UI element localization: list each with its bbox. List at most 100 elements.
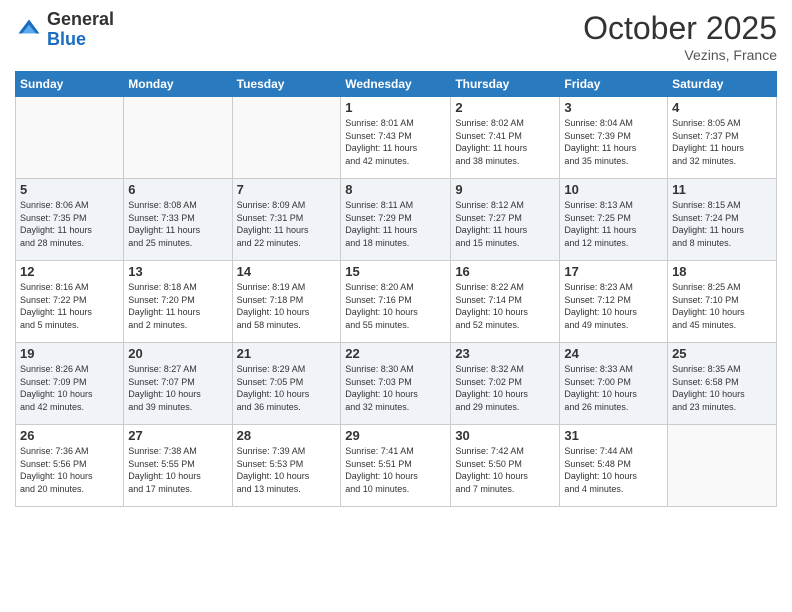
day-number: 29: [345, 428, 446, 443]
calendar-day-cell: [668, 425, 777, 507]
calendar-day-header: Friday: [560, 72, 668, 97]
day-number: 28: [237, 428, 337, 443]
calendar-day-header: Tuesday: [232, 72, 341, 97]
calendar-day-header: Saturday: [668, 72, 777, 97]
day-info: Sunrise: 8:19 AM Sunset: 7:18 PM Dayligh…: [237, 281, 337, 331]
logo-icon: [15, 16, 43, 44]
day-number: 10: [564, 182, 663, 197]
calendar-week-row: 5Sunrise: 8:06 AM Sunset: 7:35 PM Daylig…: [16, 179, 777, 261]
calendar-day-cell: 16 Sunrise: 8:22 AM Sunset: 7:14 PM Dayli…: [451, 261, 560, 343]
calendar-day-cell: 13Sunrise: 8:18 AM Sunset: 7:20 PM Dayli…: [124, 261, 232, 343]
day-info: Sunrise: 8:33 AM Sunset: 7:00 PM Dayligh…: [564, 363, 663, 413]
day-number: 15: [345, 264, 446, 279]
day-number: 4: [672, 100, 772, 115]
calendar-day-cell: 10Sunrise: 8:13 AM Sunset: 7:25 PM Dayli…: [560, 179, 668, 261]
location: Vezins, France: [583, 47, 777, 63]
day-number: 27: [128, 428, 227, 443]
day-number: 17: [564, 264, 663, 279]
calendar-header-row: SundayMondayTuesdayWednesdayThursdayFrid…: [16, 72, 777, 97]
calendar-day-cell: 29Sunrise: 7:41 AM Sunset: 5:51 PM Dayli…: [341, 425, 451, 507]
calendar-day-cell: 17 Sunrise: 8:23 AM Sunset: 7:12 PM Dayli…: [560, 261, 668, 343]
day-info: Sunrise: 8:26 AM Sunset: 7:09 PM Dayligh…: [20, 363, 119, 413]
calendar-week-row: 12 Sunrise: 8:16 AM Sunset: 7:22 PM Dayli…: [16, 261, 777, 343]
calendar-day-cell: 6 Sunrise: 8:08 AM Sunset: 7:33 PM Daylig…: [124, 179, 232, 261]
logo-blue: Blue: [47, 29, 86, 49]
header: General Blue October 2025 Vezins, France: [15, 10, 777, 63]
day-number: 2: [455, 100, 555, 115]
day-number: 16: [455, 264, 555, 279]
day-info: Sunrise: 7:36 AM Sunset: 5:56 PM Dayligh…: [20, 445, 119, 495]
day-info: Sunrise: 7:38 AM Sunset: 5:55 PM Dayligh…: [128, 445, 227, 495]
day-number: 22: [345, 346, 446, 361]
calendar-day-cell: 15 Sunrise: 8:20 AM Sunset: 7:16 PM Dayli…: [341, 261, 451, 343]
calendar-day-cell: [16, 97, 124, 179]
calendar-day-cell: 1 Sunrise: 8:01 AM Sunset: 7:43 PM Daylig…: [341, 97, 451, 179]
day-info: Sunrise: 8:25 AM Sunset: 7:10 PM Dayligh…: [672, 281, 772, 331]
day-number: 14: [237, 264, 337, 279]
calendar-day-cell: 24Sunrise: 8:33 AM Sunset: 7:00 PM Dayli…: [560, 343, 668, 425]
day-info: Sunrise: 8:01 AM Sunset: 7:43 PM Dayligh…: [345, 117, 446, 167]
day-number: 12: [20, 264, 119, 279]
day-number: 7: [237, 182, 337, 197]
calendar-day-cell: 4 Sunrise: 8:05 AM Sunset: 7:37 PM Daylig…: [668, 97, 777, 179]
day-info: Sunrise: 8:20 AM Sunset: 7:16 PM Dayligh…: [345, 281, 446, 331]
calendar-day-cell: 7 Sunrise: 8:09 AM Sunset: 7:31 PM Daylig…: [232, 179, 341, 261]
day-info: Sunrise: 8:12 AM Sunset: 7:27 PM Dayligh…: [455, 199, 555, 249]
calendar-day-cell: 21Sunrise: 8:29 AM Sunset: 7:05 PM Dayli…: [232, 343, 341, 425]
day-info: Sunrise: 8:35 AM Sunset: 6:58 PM Dayligh…: [672, 363, 772, 413]
day-number: 6: [128, 182, 227, 197]
day-number: 21: [237, 346, 337, 361]
day-info: Sunrise: 8:09 AM Sunset: 7:31 PM Dayligh…: [237, 199, 337, 249]
calendar-day-cell: 26 Sunrise: 7:36 AM Sunset: 5:56 PM Dayli…: [16, 425, 124, 507]
day-number: 18: [672, 264, 772, 279]
page: General Blue October 2025 Vezins, France…: [0, 0, 792, 612]
day-info: Sunrise: 7:42 AM Sunset: 5:50 PM Dayligh…: [455, 445, 555, 495]
calendar-day-cell: 20 Sunrise: 8:27 AM Sunset: 7:07 PM Dayli…: [124, 343, 232, 425]
day-info: Sunrise: 8:04 AM Sunset: 7:39 PM Dayligh…: [564, 117, 663, 167]
calendar-day-cell: 28 Sunrise: 7:39 AM Sunset: 5:53 PM Dayli…: [232, 425, 341, 507]
calendar-day-cell: 14 Sunrise: 8:19 AM Sunset: 7:18 PM Dayli…: [232, 261, 341, 343]
title-block: October 2025 Vezins, France: [583, 10, 777, 63]
day-info: Sunrise: 8:22 AM Sunset: 7:14 PM Dayligh…: [455, 281, 555, 331]
calendar-day-cell: 23Sunrise: 8:32 AM Sunset: 7:02 PM Dayli…: [451, 343, 560, 425]
calendar-day-header: Wednesday: [341, 72, 451, 97]
calendar-day-cell: 19Sunrise: 8:26 AM Sunset: 7:09 PM Dayli…: [16, 343, 124, 425]
day-number: 13: [128, 264, 227, 279]
calendar-week-row: 26 Sunrise: 7:36 AM Sunset: 5:56 PM Dayli…: [16, 425, 777, 507]
day-info: Sunrise: 7:39 AM Sunset: 5:53 PM Dayligh…: [237, 445, 337, 495]
day-info: Sunrise: 8:05 AM Sunset: 7:37 PM Dayligh…: [672, 117, 772, 167]
day-number: 31: [564, 428, 663, 443]
calendar-day-header: Monday: [124, 72, 232, 97]
calendar-day-header: Thursday: [451, 72, 560, 97]
day-info: Sunrise: 8:06 AM Sunset: 7:35 PM Dayligh…: [20, 199, 119, 249]
day-info: Sunrise: 8:23 AM Sunset: 7:12 PM Dayligh…: [564, 281, 663, 331]
calendar-week-row: 19Sunrise: 8:26 AM Sunset: 7:09 PM Dayli…: [16, 343, 777, 425]
day-info: Sunrise: 8:08 AM Sunset: 7:33 PM Dayligh…: [128, 199, 227, 249]
day-number: 1: [345, 100, 446, 115]
calendar-day-cell: 5Sunrise: 8:06 AM Sunset: 7:35 PM Daylig…: [16, 179, 124, 261]
day-number: 3: [564, 100, 663, 115]
calendar-day-cell: 2 Sunrise: 8:02 AM Sunset: 7:41 PM Daylig…: [451, 97, 560, 179]
calendar-day-cell: 22Sunrise: 8:30 AM Sunset: 7:03 PM Dayli…: [341, 343, 451, 425]
calendar-day-cell: 30 Sunrise: 7:42 AM Sunset: 5:50 PM Dayli…: [451, 425, 560, 507]
day-number: 20: [128, 346, 227, 361]
day-info: Sunrise: 8:27 AM Sunset: 7:07 PM Dayligh…: [128, 363, 227, 413]
day-info: Sunrise: 8:11 AM Sunset: 7:29 PM Dayligh…: [345, 199, 446, 249]
month-title: October 2025: [583, 10, 777, 47]
day-number: 11: [672, 182, 772, 197]
calendar-day-cell: [232, 97, 341, 179]
logo-text: General Blue: [47, 10, 114, 50]
day-info: Sunrise: 8:02 AM Sunset: 7:41 PM Dayligh…: [455, 117, 555, 167]
day-number: 30: [455, 428, 555, 443]
calendar-day-cell: [124, 97, 232, 179]
day-info: Sunrise: 8:16 AM Sunset: 7:22 PM Dayligh…: [20, 281, 119, 331]
calendar-table: SundayMondayTuesdayWednesdayThursdayFrid…: [15, 71, 777, 507]
calendar-day-cell: 12 Sunrise: 8:16 AM Sunset: 7:22 PM Dayli…: [16, 261, 124, 343]
day-number: 9: [455, 182, 555, 197]
day-info: Sunrise: 8:32 AM Sunset: 7:02 PM Dayligh…: [455, 363, 555, 413]
logo-general: General: [47, 9, 114, 29]
calendar-day-cell: 25Sunrise: 8:35 AM Sunset: 6:58 PM Dayli…: [668, 343, 777, 425]
calendar-day-cell: 3 Sunrise: 8:04 AM Sunset: 7:39 PM Daylig…: [560, 97, 668, 179]
day-number: 26: [20, 428, 119, 443]
calendar-week-row: 1 Sunrise: 8:01 AM Sunset: 7:43 PM Daylig…: [16, 97, 777, 179]
